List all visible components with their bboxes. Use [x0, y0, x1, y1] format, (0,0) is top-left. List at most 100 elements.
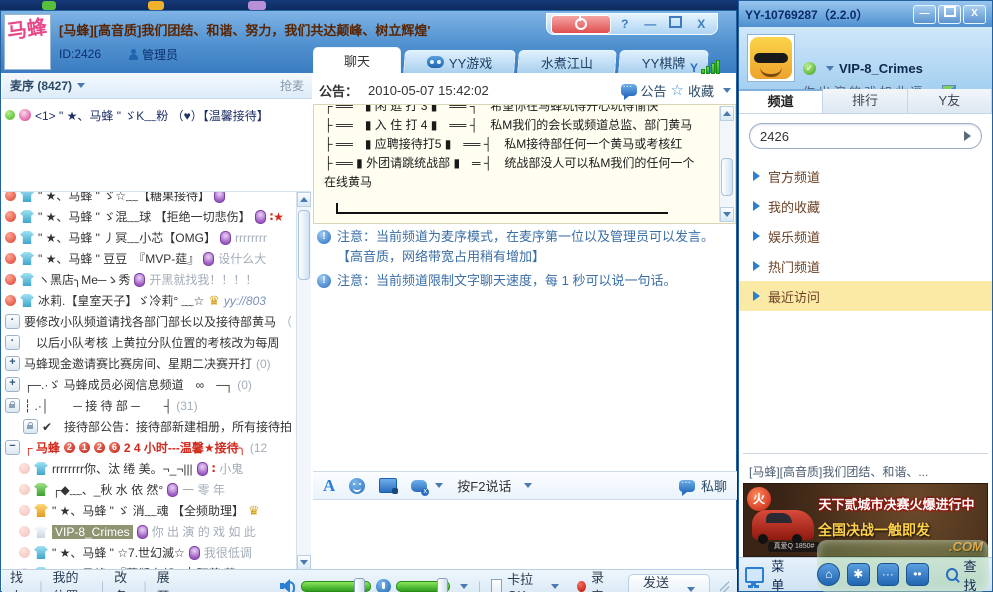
favorite-button[interactable]: 收藏 [688, 81, 714, 100]
tab-YY游戏[interactable]: YY游戏 [403, 50, 516, 73]
audio-options-chevron-icon[interactable] [460, 584, 468, 589]
list-item[interactable]: ✔ 接待部公告：接待部新建相册，所有接待拍 [2, 416, 311, 437]
row-text: " ★、马蜂 " ☆7.世幻滅☆ [52, 544, 185, 561]
home-button[interactable]: ⌂ [817, 563, 840, 586]
list-item[interactable]: " ★、马蜂 " ☆7.世幻滅☆我很低调 [2, 542, 311, 563]
send-button[interactable]: 发送(S) [628, 574, 710, 592]
list-item[interactable]: 冰莉.【皇室天子】ゞ冷莉° ﹏☆♛yy://803 [2, 290, 297, 311]
member-list-scrollbar[interactable] [296, 192, 311, 570]
bottom-button-2[interactable]: 我的位置 [52, 567, 91, 592]
member-badge-icon [220, 231, 231, 245]
messages-button[interactable]: ··· [877, 563, 900, 586]
menu-button[interactable]: 菜单 [771, 556, 794, 592]
category-最近访问[interactable]: 最近访问 [739, 281, 992, 311]
current-channel-link[interactable]: [马蜂][高音质]我们团结、和谐、... [749, 463, 984, 480]
bottom-button-3[interactable]: 改名 [114, 567, 133, 592]
microphone-icon[interactable] [376, 579, 391, 592]
scroll-up-button[interactable] [297, 192, 311, 207]
tab-频道[interactable]: 频道 [739, 89, 823, 113]
list-item[interactable]: " ★、马蜂 " ゞ混﹏球 【拒绝一切悲伤】∶★ [2, 206, 297, 227]
list-item[interactable]: −┌ 马蜂21262 4 小时---温馨★接待╮(12 [2, 437, 297, 458]
record-group[interactable]: 录音 [577, 567, 612, 592]
volume-knob[interactable] [354, 578, 365, 592]
search-go-icon[interactable] [964, 131, 971, 141]
category-娱乐频道[interactable]: 娱乐频道 [739, 221, 992, 251]
emoticon-icon[interactable] [349, 478, 365, 494]
bottom-button-4[interactable]: 展开 [157, 567, 176, 592]
speaker-icon[interactable] [280, 579, 296, 592]
list-item[interactable]: +┌─.·ゞ 马蜂成员必阅信息频道 ∞ ─┐(0) [2, 374, 297, 395]
tab-水煮江山[interactable]: 水煮江山 [518, 50, 618, 73]
scroll-down-button[interactable] [297, 555, 311, 570]
red-dot-icon [5, 211, 16, 222]
announcement-button[interactable]: 公告 [641, 81, 667, 100]
close-button[interactable]: X [690, 16, 714, 33]
bottom-button-1[interactable]: 找人 [10, 567, 29, 592]
category-官方频道[interactable]: 官方频道 [739, 161, 992, 191]
scroll-down-button[interactable] [720, 207, 734, 222]
mic-knob[interactable] [437, 578, 448, 592]
volume-slider[interactable] [301, 581, 371, 592]
list-item[interactable]: ┌◆﹏、_秋 水 依 然°一 零 年 [2, 479, 311, 500]
minimize-button[interactable]: — [913, 5, 936, 24]
tab-Y友[interactable]: Y友 [908, 89, 992, 113]
avatar[interactable] [747, 34, 795, 82]
scroll-up-button[interactable] [720, 106, 734, 121]
mic-queue-first[interactable]: <1> " ★、马蜂 " ゞK﹏粉 （♥）【温馨接待】 [5, 105, 305, 125]
minimize-button[interactable]: — [639, 16, 663, 33]
list-item[interactable]: " ★、马蜂 " ゞ 消﹏魂 【全频助理】♛ [2, 500, 311, 521]
push-to-talk-group[interactable]: 按F2说话 [457, 476, 532, 495]
chevron-down-icon[interactable] [77, 83, 85, 88]
list-item[interactable]: " ★、马蜂 " 丿冥﹏小芯【OMG】rrrrrrrr [2, 227, 297, 248]
private-chat-button[interactable]: 私聊 [679, 476, 727, 495]
karaoke-checkbox[interactable] [491, 579, 502, 592]
grab-mic-button[interactable]: 抢麦 [280, 77, 304, 94]
private-chat-label: 私聊 [701, 476, 727, 495]
chat-block-group[interactable] [411, 480, 443, 492]
search-input[interactable]: 2426 [760, 129, 789, 144]
announcement-scrollbar[interactable] [719, 106, 734, 222]
resize-grip[interactable] [720, 581, 729, 592]
shirt-cyan-icon [20, 294, 34, 307]
admin-role[interactable]: 管理员 [129, 46, 178, 63]
fire-badge-icon: 火 [747, 487, 771, 511]
list-item[interactable]: +马蜂现金邀请赛比赛房间、星期二决赛开打(0) [2, 353, 297, 374]
karaoke-chevron-icon[interactable] [551, 584, 559, 589]
maximize-button[interactable] [664, 16, 688, 33]
star-icon[interactable]: ☆ [671, 81, 684, 99]
list-item[interactable]: ヽ黑店╮Me─ゝ秀开黑就找我！！！！ [2, 269, 297, 290]
row-text: 一 零 年 [182, 481, 225, 498]
list-item[interactable]: · 以后小队考核 上黄拉分队位置的考核改为每周 [2, 332, 297, 353]
favorite-chevron-icon[interactable] [723, 88, 731, 93]
help-button[interactable]: ? [613, 16, 637, 33]
settings-gear-button[interactable]: ✱ [847, 563, 870, 586]
scroll-thumb[interactable] [298, 210, 310, 280]
category-热门频道[interactable]: 热门频道 [739, 251, 992, 281]
tab-聊天[interactable]: 聊天 [313, 47, 401, 73]
list-item[interactable]: VIP-8_Crimes你 出 演 的 戏 如 此 [2, 521, 311, 542]
tab-排行[interactable]: 排行 [823, 89, 907, 113]
power-button[interactable] [551, 15, 611, 34]
scroll-thumb[interactable] [721, 158, 733, 196]
category-我的收藏[interactable]: 我的收藏 [739, 191, 992, 221]
maximize-button[interactable] [938, 5, 961, 24]
list-item[interactable]: rrrrrrrr你、汰 绻 美。¬_¬|||∶小鬼 [2, 458, 311, 479]
list-item[interactable]: " ★、马蜂 " ゞ☆﹏【糖果接待】 [2, 191, 297, 206]
close-button[interactable]: X [963, 5, 986, 24]
online-status-icon[interactable]: ✓ [803, 62, 816, 75]
image-icon[interactable] [379, 478, 397, 493]
games-button[interactable]: •• [906, 563, 929, 586]
karaoke-label[interactable]: 卡拉OK [507, 569, 541, 592]
menu-monitor-icon[interactable] [745, 567, 764, 583]
list-item[interactable]: ·要修改小队频道请找各部门部长以及接待部黄马（ [2, 311, 297, 332]
announcement-icon[interactable] [621, 84, 637, 96]
font-icon[interactable]: A [323, 476, 335, 496]
send-label: 发送(S) [643, 572, 676, 592]
list-item[interactable]: ┆ .·│ ─ 接 待 部 ─ ┤(31) [2, 395, 297, 416]
list-item[interactable]: " ★、马蜂 " 豆豆 『MVP-莚』设什么大 [2, 248, 297, 269]
send-options-chevron-icon[interactable] [687, 587, 695, 592]
channel-search[interactable]: 2426 [749, 123, 982, 149]
row-text: 你 出 演 的 戏 如 此 [152, 523, 256, 540]
mic-slider[interactable] [396, 581, 450, 592]
status-chevron-icon[interactable] [826, 66, 834, 71]
